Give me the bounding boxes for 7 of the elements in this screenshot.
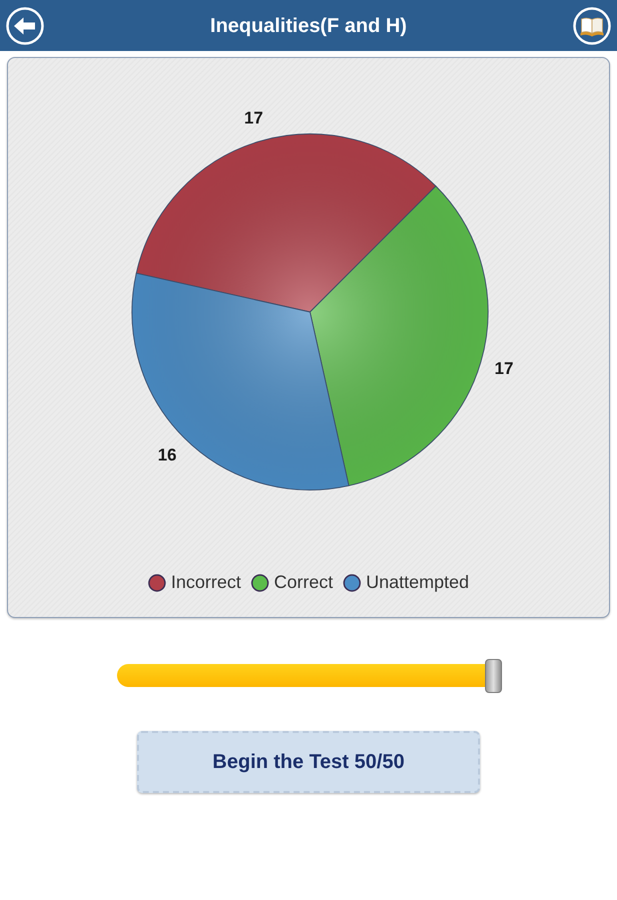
legend-label: Unattempted xyxy=(366,571,470,594)
legend-label: Incorrect xyxy=(170,571,241,594)
page-title: Inequalities(F and H) xyxy=(210,14,407,38)
data-label: 17 xyxy=(494,358,514,378)
data-label: 17 xyxy=(244,108,264,128)
data-label: 16 xyxy=(158,445,177,464)
legend-label: Correct xyxy=(274,571,333,594)
